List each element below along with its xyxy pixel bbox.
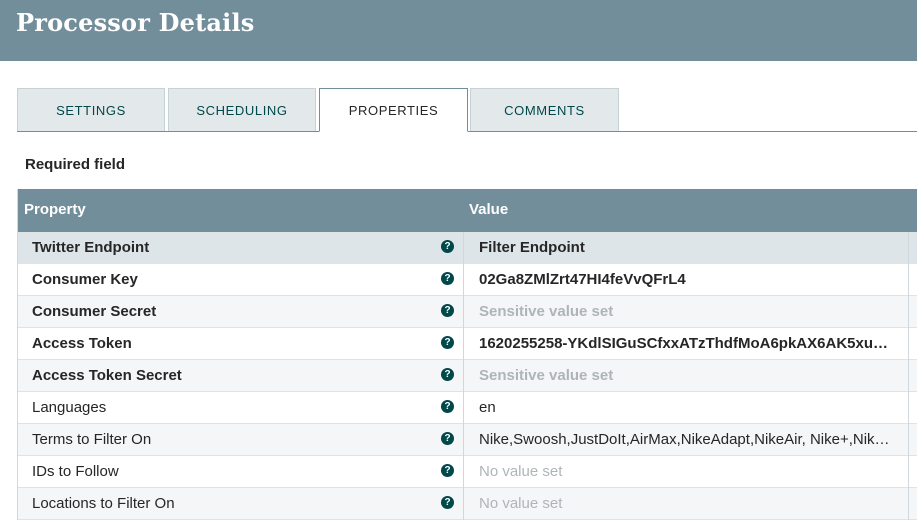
property-name: Terms to Filter On	[32, 431, 152, 448]
property-value[interactable]: Sensitive value set	[479, 360, 911, 392]
question-circle-icon[interactable]: ?	[441, 272, 454, 285]
row-right-border	[908, 392, 909, 424]
table-row[interactable]: Languages? en	[18, 392, 917, 424]
question-circle-icon[interactable]: ?	[441, 368, 454, 381]
property-value[interactable]: Nike,Swoosh,JustDoIt,AirMax,NikeAdapt,Ni…	[479, 424, 911, 456]
column-divider	[463, 392, 464, 424]
property-name: Access Token	[32, 335, 132, 352]
property-name: IDs to Follow	[32, 463, 119, 480]
column-divider	[463, 264, 464, 296]
tab-comments[interactable]: COMMENTS	[470, 88, 619, 131]
question-circle-icon[interactable]: ?	[441, 240, 454, 253]
row-right-border	[908, 456, 909, 488]
property-value[interactable]: No value set	[479, 488, 911, 520]
property-value[interactable]: No value set	[479, 456, 911, 488]
property-name: Consumer Key	[32, 271, 138, 288]
row-right-border	[908, 296, 909, 328]
property-name: Access Token Secret	[32, 367, 182, 384]
column-divider	[463, 232, 464, 264]
dialog-header: Processor Details	[0, 0, 917, 61]
property-name: Consumer Secret	[32, 303, 157, 320]
table-row[interactable]: Consumer Key? 02Ga8ZMlZrt47HI4feVvQFrL4	[18, 264, 917, 296]
question-circle-icon[interactable]: ?	[441, 432, 454, 445]
column-divider	[463, 424, 464, 456]
table-row[interactable]: Terms to Filter On? Nike,Swoosh,JustDoIt,…	[18, 424, 917, 456]
table-row[interactable]: Consumer Secret? Sensitive value set	[18, 296, 917, 328]
properties-table: Property Value Twitter Endpoint? Filter E…	[17, 189, 917, 520]
property-value[interactable]: 02Ga8ZMlZrt47HI4feVvQFrL4	[479, 264, 911, 296]
question-circle-icon[interactable]: ?	[441, 496, 454, 509]
column-header-value[interactable]: Value	[469, 201, 508, 218]
table-row[interactable]: Access Token? 1620255258-YKdlSIGuSCfxxATz…	[18, 328, 917, 360]
property-name: Locations to Filter On	[32, 495, 175, 512]
question-circle-icon[interactable]: ?	[441, 336, 454, 349]
table-row[interactable]: IDs to Follow? No value set	[18, 456, 917, 488]
column-divider	[463, 456, 464, 488]
property-name: Twitter Endpoint	[32, 239, 150, 256]
tab-bar: SETTINGS SCHEDULING PROPERTIES COMMENTS	[17, 88, 917, 132]
row-right-border	[908, 328, 909, 360]
table-row[interactable]: Access Token Secret? Sensitive value set	[18, 360, 917, 392]
property-name: Languages	[32, 399, 107, 416]
row-right-border	[908, 360, 909, 392]
property-value[interactable]: 1620255258-YKdlSIGuSCfxxATzThdfMoA6pkAX6…	[479, 328, 911, 360]
table-body: Twitter Endpoint? Filter Endpoint Consumer…	[18, 232, 917, 520]
column-divider	[463, 360, 464, 392]
column-divider	[463, 328, 464, 360]
table-row[interactable]: Twitter Endpoint? Filter Endpoint	[18, 232, 917, 264]
column-header-property[interactable]: Property	[24, 201, 86, 218]
table-row[interactable]: Locations to Filter On? No value set	[18, 488, 917, 520]
column-divider	[463, 488, 464, 520]
row-right-border	[908, 264, 909, 296]
tab-properties[interactable]: PROPERTIES	[319, 88, 468, 132]
required-field-label: Required field	[25, 156, 126, 173]
property-value[interactable]: Sensitive value set	[479, 296, 911, 328]
dialog-title: Processor Details	[16, 8, 255, 37]
tab-scheduling[interactable]: SCHEDULING	[168, 88, 316, 131]
property-value[interactable]: en	[479, 392, 911, 424]
column-divider	[463, 296, 464, 328]
question-circle-icon[interactable]: ?	[441, 304, 454, 317]
question-circle-icon[interactable]: ?	[441, 464, 454, 477]
question-circle-icon[interactable]: ?	[441, 400, 454, 413]
row-right-border	[908, 488, 909, 520]
tab-settings[interactable]: SETTINGS	[17, 88, 165, 131]
property-value[interactable]: Filter Endpoint	[479, 232, 911, 264]
table-header: Property Value	[18, 189, 917, 232]
row-right-border	[908, 232, 909, 264]
row-right-border	[908, 424, 909, 456]
